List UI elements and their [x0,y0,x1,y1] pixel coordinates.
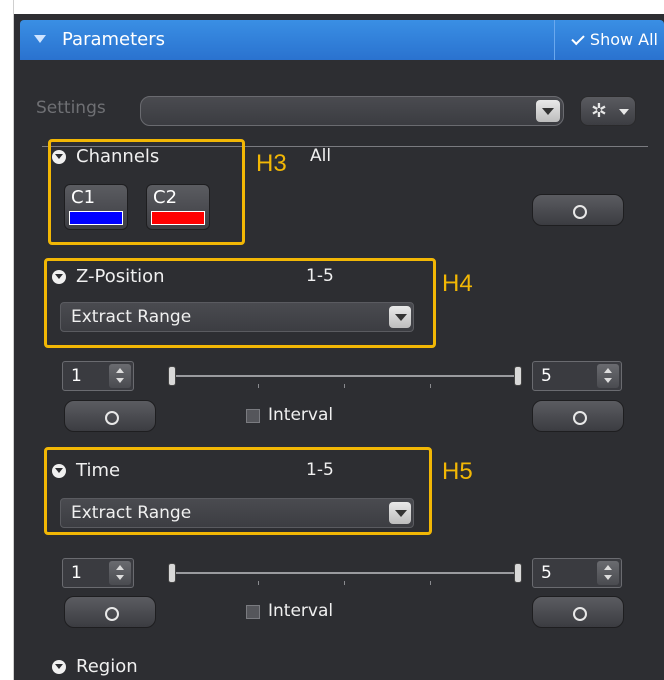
channel-label: C2 [153,187,178,208]
chevron-down-icon [619,109,629,115]
time-start-reset-button[interactable] [64,596,156,628]
time-section-header[interactable]: Time [52,460,120,481]
zposition-start-value: 1 [71,366,82,386]
panel-title: Parameters [62,29,166,50]
time-end-reset-button[interactable] [532,596,624,628]
zposition-interval-checkbox[interactable] [246,409,260,423]
zposition-range-track[interactable] [172,375,522,377]
zposition-mode-dropdown[interactable]: Extract Range [60,302,414,332]
expand-circle-icon [52,464,66,478]
slider-tick [430,384,431,388]
channels-reset-button[interactable] [532,194,624,226]
dropdown-arrow-icon[interactable] [389,306,411,328]
settings-label: Settings [36,98,106,118]
zposition-end-value: 5 [541,366,552,386]
collapse-arrow-icon[interactable] [34,35,46,43]
settings-combobox[interactable] [140,96,564,126]
channel-label: C1 [71,187,96,208]
time-start-stepper[interactable]: 1 [62,558,134,588]
zposition-range-start-handle[interactable] [168,366,176,386]
annotation-h5: H5 [442,458,473,485]
channel-color-swatch [151,211,205,225]
time-interval-label: Interval [268,601,334,621]
zposition-range-end-handle[interactable] [514,366,522,386]
channel-button-c2[interactable]: C2 [146,184,210,230]
annotation-h4: H4 [442,270,473,297]
time-title: Time [76,460,121,481]
channels-title: Channels [76,146,160,167]
panel-header[interactable]: Parameters Show All [20,20,664,60]
dropdown-arrow-icon[interactable] [389,502,411,524]
zposition-start-reset-button[interactable] [64,400,156,432]
time-start-value: 1 [71,563,82,583]
region-section-header[interactable]: Region [52,656,138,677]
time-mode-dropdown[interactable]: Extract Range [60,498,414,528]
expand-circle-icon [52,270,66,284]
expand-circle-icon [52,660,66,674]
annotation-h3: H3 [256,150,287,177]
zposition-summary: 1-5 [306,266,334,286]
slider-tick [344,581,345,585]
time-range-end-handle[interactable] [514,563,522,583]
channel-button-c1[interactable]: C1 [64,184,128,230]
checkmark-icon [571,31,585,46]
zposition-title: Z-Position [76,266,165,287]
channel-color-swatch [69,211,123,225]
stepper-arrows-icon[interactable] [109,561,131,585]
slider-tick [430,581,431,585]
zposition-end-reset-button[interactable] [532,400,624,432]
channels-section-header[interactable]: Channels [52,146,159,167]
slider-tick [258,384,259,388]
slider-tick [258,581,259,585]
time-end-value: 5 [541,563,552,583]
channels-summary: All [310,146,332,166]
stepper-arrows-icon[interactable] [109,364,131,388]
time-end-stepper[interactable]: 5 [532,558,622,588]
slider-tick [344,384,345,388]
stepper-arrows-icon[interactable] [597,561,619,585]
time-range-start-handle[interactable] [168,563,176,583]
zposition-mode-value: Extract Range [71,307,192,327]
region-title: Region [76,656,138,677]
time-range-track[interactable] [172,572,522,574]
show-all-button[interactable]: Show All [554,20,664,60]
show-all-label: Show All [589,30,658,49]
zposition-start-stepper[interactable]: 1 [62,361,134,391]
stepper-arrows-icon[interactable] [597,364,619,388]
dropdown-arrow-icon[interactable] [536,100,560,122]
time-interval-checkbox[interactable] [246,605,260,619]
time-summary: 1-5 [306,460,334,480]
expand-circle-icon [52,150,66,164]
zposition-end-stepper[interactable]: 5 [532,361,622,391]
settings-gear-button[interactable]: ✲ [580,96,636,126]
parameters-panel: Parameters Show All Settings ✲ H3 Channe… [14,14,664,680]
left-margin [0,0,14,680]
zposition-interval-label: Interval [268,405,334,425]
gear-icon: ✲ [591,100,607,122]
zposition-section-header[interactable]: Z-Position [52,266,165,287]
time-mode-value: Extract Range [71,503,192,523]
